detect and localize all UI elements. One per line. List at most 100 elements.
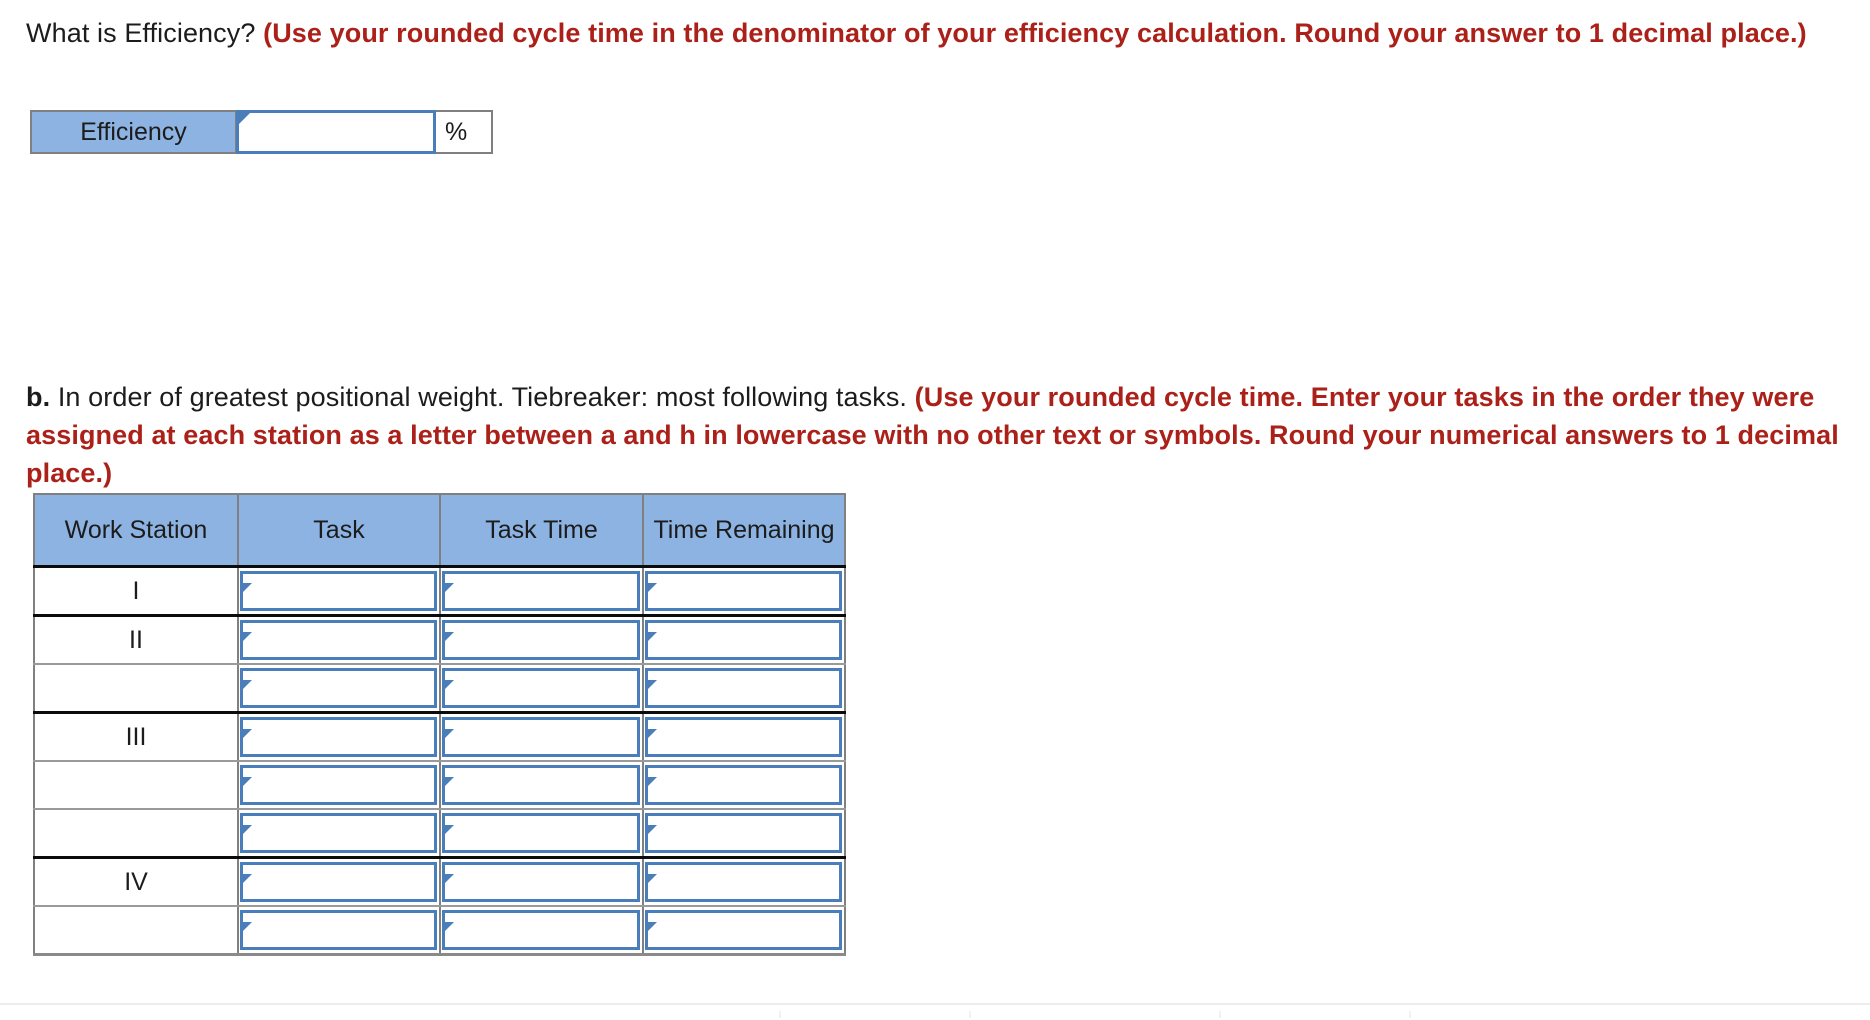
time-remaining-input-box[interactable] — [645, 909, 842, 950]
task-input[interactable] — [243, 622, 434, 657]
task-time-input-cell[interactable] — [439, 614, 644, 665]
task-time-input-cell[interactable] — [439, 711, 644, 762]
time-remaining-input-cell[interactable] — [642, 760, 846, 810]
task-time-input-box[interactable] — [442, 861, 640, 902]
task-input-box[interactable] — [240, 861, 437, 902]
time-remaining-input[interactable] — [648, 670, 839, 705]
efficiency-answer-row: Efficiency % — [30, 110, 493, 154]
time-remaining-input-cell[interactable] — [642, 614, 846, 665]
time-remaining-input-box[interactable] — [645, 812, 842, 853]
task-time-input-cell[interactable] — [439, 565, 644, 617]
task-input-cell[interactable] — [237, 856, 441, 907]
time-remaining-input-box[interactable] — [645, 667, 842, 708]
question-b-letter: b. — [26, 382, 51, 412]
task-input-box[interactable] — [240, 667, 437, 708]
worksheet-page: What is Efficiency? (Use your rounded cy… — [0, 0, 1870, 1020]
work-station-table: Work Station Task Task Time Time Remaini… — [33, 493, 846, 956]
efficiency-label: Efficiency — [30, 110, 237, 154]
task-input[interactable] — [243, 719, 434, 754]
task-time-input-box[interactable] — [442, 619, 640, 660]
task-time-input-box[interactable] — [442, 764, 640, 805]
bottom-tick — [779, 1011, 781, 1018]
work-station-cell: III — [33, 711, 239, 762]
time-remaining-input-box[interactable] — [645, 619, 842, 660]
task-input-box[interactable] — [240, 619, 437, 660]
time-remaining-input-cell[interactable] — [642, 808, 846, 859]
time-remaining-input[interactable] — [648, 767, 839, 802]
time-remaining-input-box[interactable] — [645, 861, 842, 902]
efficiency-unit-label: % — [435, 110, 493, 154]
time-remaining-input-cell[interactable] — [642, 711, 846, 762]
work-station-cell — [33, 808, 239, 859]
task-input-cell[interactable] — [237, 565, 441, 617]
task-time-input[interactable] — [445, 767, 637, 802]
question-a-note: (Use your rounded cycle time in the deno… — [263, 18, 1807, 48]
task-input[interactable] — [243, 912, 434, 947]
bottom-tick — [1219, 1011, 1221, 1018]
task-time-input-box[interactable] — [442, 570, 640, 611]
efficiency-input[interactable] — [239, 113, 433, 151]
task-time-input-box[interactable] — [442, 909, 640, 950]
task-time-input-cell[interactable] — [439, 760, 644, 810]
task-time-input[interactable] — [445, 864, 637, 899]
task-time-input-box[interactable] — [442, 716, 640, 757]
table-row — [33, 808, 846, 859]
table-row: II — [33, 614, 846, 665]
task-input-cell[interactable] — [237, 808, 441, 859]
task-time-input[interactable] — [445, 912, 637, 947]
time-remaining-input[interactable] — [648, 573, 839, 608]
task-input-cell[interactable] — [237, 614, 441, 665]
task-time-input-cell[interactable] — [439, 856, 644, 907]
task-input[interactable] — [243, 864, 434, 899]
efficiency-input-cell[interactable] — [236, 110, 436, 154]
work-station-cell — [33, 663, 239, 714]
time-remaining-input-box[interactable] — [645, 570, 842, 611]
task-input[interactable] — [243, 670, 434, 705]
time-remaining-input-cell[interactable] — [642, 905, 846, 956]
bottom-tick — [969, 1011, 971, 1018]
column-header-task: Task — [237, 493, 441, 568]
time-remaining-input-box[interactable] — [645, 764, 842, 805]
task-input-cell[interactable] — [237, 905, 441, 956]
task-input-box[interactable] — [240, 716, 437, 757]
task-time-input[interactable] — [445, 622, 637, 657]
bottom-tick — [1409, 1011, 1411, 1018]
time-remaining-input[interactable] — [648, 815, 839, 850]
task-time-input-cell[interactable] — [439, 905, 644, 956]
task-input-cell[interactable] — [237, 711, 441, 762]
time-remaining-input-cell[interactable] — [642, 565, 846, 617]
task-input[interactable] — [243, 815, 434, 850]
time-remaining-input[interactable] — [648, 912, 839, 947]
work-station-cell: IV — [33, 856, 239, 907]
task-time-input[interactable] — [445, 573, 637, 608]
time-remaining-input-cell[interactable] — [642, 663, 846, 714]
task-input-box[interactable] — [240, 909, 437, 950]
bottom-divider — [0, 1003, 1870, 1005]
time-remaining-input[interactable] — [648, 864, 839, 899]
task-time-input[interactable] — [445, 815, 637, 850]
task-input-box[interactable] — [240, 764, 437, 805]
time-remaining-input-cell[interactable] — [642, 856, 846, 907]
question-b-text: b. In order of greatest positional weigh… — [26, 378, 1856, 492]
table-row: I — [33, 565, 846, 617]
task-input-box[interactable] — [240, 812, 437, 853]
column-header-task-time: Task Time — [439, 493, 644, 568]
task-input[interactable] — [243, 767, 434, 802]
table-row — [33, 905, 846, 956]
table-row: III — [33, 711, 846, 762]
task-time-input-cell[interactable] — [439, 663, 644, 714]
task-time-input-cell[interactable] — [439, 808, 644, 859]
task-input-cell[interactable] — [237, 760, 441, 810]
task-input-cell[interactable] — [237, 663, 441, 714]
task-time-input-box[interactable] — [442, 812, 640, 853]
time-remaining-input[interactable] — [648, 622, 839, 657]
task-input[interactable] — [243, 573, 434, 608]
time-remaining-input-box[interactable] — [645, 716, 842, 757]
task-time-input[interactable] — [445, 670, 637, 705]
time-remaining-input[interactable] — [648, 719, 839, 754]
task-input-box[interactable] — [240, 570, 437, 611]
task-time-input[interactable] — [445, 719, 637, 754]
column-header-time-remaining: Time Remaining — [642, 493, 846, 568]
task-time-input-box[interactable] — [442, 667, 640, 708]
table-row: IV — [33, 856, 846, 907]
